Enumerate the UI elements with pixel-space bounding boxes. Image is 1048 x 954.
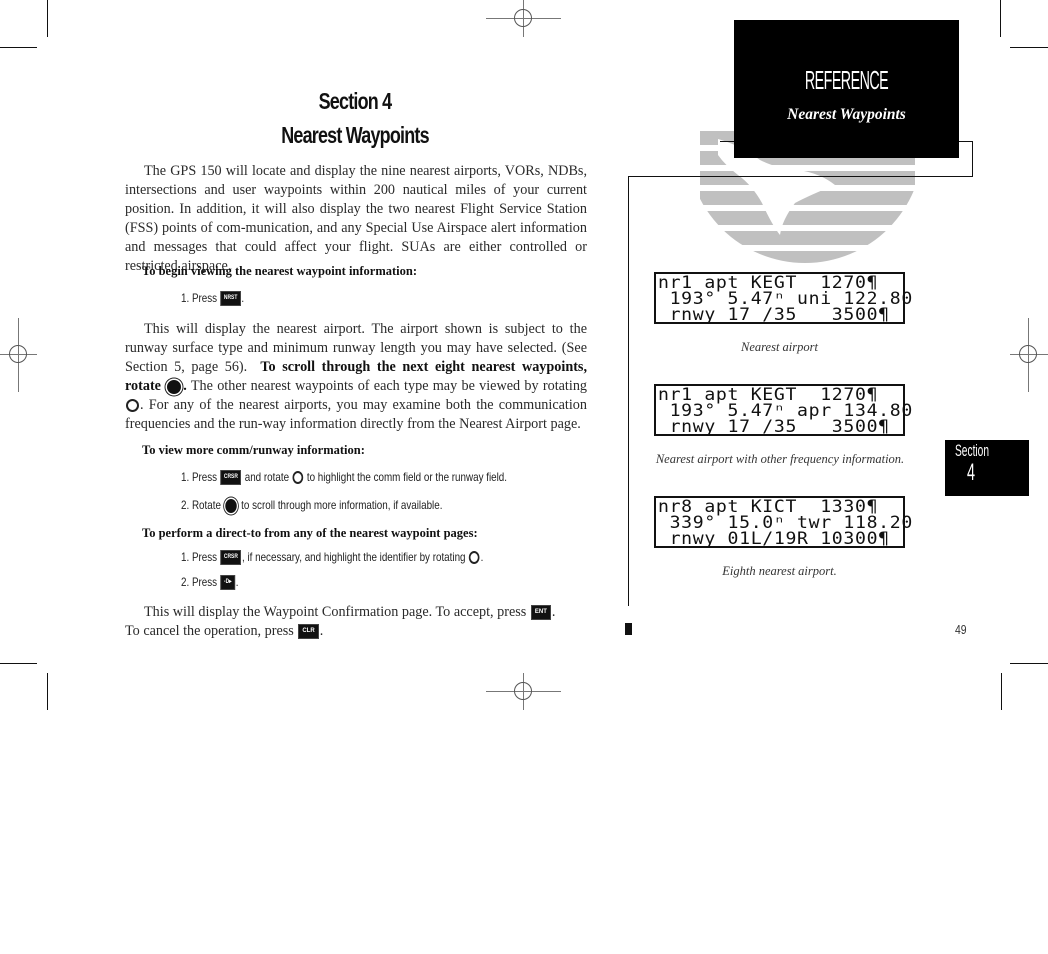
direct-step-2: 2. Press -D▸.	[181, 575, 239, 591]
section-heading: Section 4	[318, 88, 393, 114]
crop-mark	[1010, 47, 1048, 48]
lcd-caption: Nearest airport with other frequency inf…	[655, 452, 905, 466]
section-tab-number: 4	[967, 459, 976, 486]
comm-step-2: 2. Rotate to scroll through more informa…	[181, 498, 443, 513]
begin-viewing-subhead: To begin viewing the nearest waypoint in…	[142, 264, 418, 278]
lcd-screen-nearest-airport: nr1 apt KEGT 1270¶ 193° 5.47ⁿ uni 122.80…	[654, 272, 912, 324]
ent-key-icon: ENT	[530, 605, 551, 621]
frame-line	[958, 141, 973, 142]
frame-line	[628, 176, 973, 177]
direct-step-1: 1. Press CRSR, if necessary, and highlig…	[181, 550, 484, 566]
inner-knob-icon	[225, 498, 237, 513]
crop-mark	[0, 663, 37, 664]
page-title: Nearest Waypoints	[281, 122, 429, 148]
begin-step-1: 1. Press NRST.	[181, 291, 245, 307]
crop-mark	[1010, 663, 1048, 664]
frame-line	[972, 141, 973, 177]
outer-knob-icon	[469, 551, 480, 565]
lcd-row: rnwy 17 /35 3500¶	[658, 417, 890, 436]
crop-mark	[47, 0, 48, 37]
lcd-screen-eighth-nearest: nr8 apt KICT 1330¶ 339° 15.0ⁿ twr 118.20…	[654, 496, 912, 548]
inner-knob-icon	[167, 379, 182, 394]
crop-mark	[47, 673, 48, 710]
lcd-row: rnwy 01L/19R 10300¶	[658, 529, 890, 548]
crsr-key-icon: CRSR	[220, 470, 242, 486]
reference-box: REFERENCE Nearest Waypoints	[734, 20, 959, 158]
page-marker	[625, 623, 632, 635]
lcd-caption: Eighth nearest airport.	[722, 564, 837, 578]
outer-knob-icon	[126, 399, 139, 413]
reference-subtitle: Nearest Waypoints	[787, 106, 906, 123]
lcd-caption: Nearest airport	[741, 340, 818, 354]
crop-mark	[1000, 0, 1001, 37]
section-tab: Section 4	[945, 440, 1029, 496]
intro-paragraph: The GPS 150 will locate and display the …	[125, 163, 587, 274]
confirmation-paragraph: This will display the Waypoint Confirmat…	[125, 604, 556, 640]
lcd-row: rnwy 17 /35 3500¶	[658, 305, 890, 324]
clr-key-icon: CLR	[298, 624, 319, 640]
crop-mark	[1001, 673, 1002, 710]
column-divider	[628, 176, 629, 606]
nearest-airport-paragraph: This will display the nearest airport. T…	[125, 321, 588, 432]
nrst-key-icon: NRST	[220, 291, 241, 307]
crsr-key-icon: CRSR	[220, 550, 242, 566]
comm-step-1: 1. Press CRSR and rotate to highlight th…	[181, 470, 508, 486]
lcd-screen-other-frequency: nr1 apt KEGT 1270¶ 193° 5.47ⁿ apr 134.80…	[654, 384, 912, 436]
comm-runway-subhead: To view more comm/runway information:	[142, 443, 365, 457]
page-number: 49	[955, 622, 967, 637]
frame-line	[720, 141, 735, 142]
section-tab-label: Section	[955, 441, 990, 460]
outer-knob-icon	[292, 471, 304, 485]
direct-to-subhead: To perform a direct-to from any of the n…	[142, 526, 478, 540]
reference-title: REFERENCE	[804, 65, 889, 95]
direct-to-key-icon: -D▸	[220, 575, 235, 591]
crop-mark	[0, 47, 37, 48]
